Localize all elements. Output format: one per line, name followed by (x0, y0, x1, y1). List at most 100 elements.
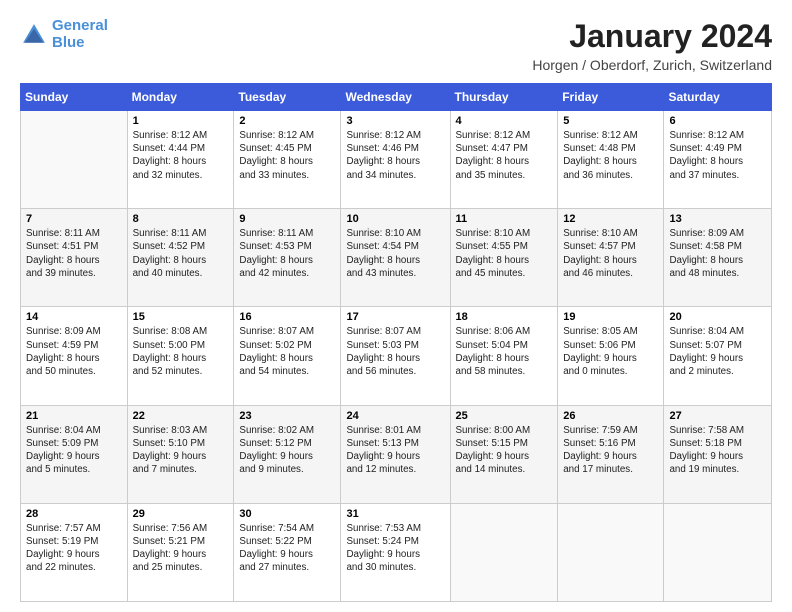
main-title: January 2024 (532, 18, 772, 55)
day-info: Sunrise: 8:09 AM Sunset: 4:59 PM Dayligh… (26, 325, 122, 378)
day-info: Sunrise: 8:04 AM Sunset: 5:09 PM Dayligh… (26, 424, 122, 477)
day-number: 9 (239, 213, 335, 225)
day-info: Sunrise: 8:12 AM Sunset: 4:45 PM Dayligh… (239, 129, 335, 182)
day-info: Sunrise: 8:04 AM Sunset: 5:07 PM Dayligh… (669, 325, 766, 378)
weekday-header-row: SundayMondayTuesdayWednesdayThursdayFrid… (21, 84, 772, 111)
calendar-cell: 11Sunrise: 8:10 AM Sunset: 4:55 PM Dayli… (450, 209, 558, 307)
day-number: 22 (133, 410, 229, 422)
header: General Blue January 2024 Horgen / Oberd… (20, 18, 772, 73)
calendar-cell (450, 503, 558, 601)
calendar-cell: 28 Sunrise: 7:57 AM Sunset: 5:19 PM Dayli… (21, 503, 128, 601)
calendar-cell: 3Sunrise: 8:12 AM Sunset: 4:46 PM Daylig… (341, 111, 450, 209)
day-number: 1 (133, 115, 229, 127)
calendar-cell: 4Sunrise: 8:12 AM Sunset: 4:47 PM Daylig… (450, 111, 558, 209)
day-number: 8 (133, 213, 229, 225)
day-number: 13 (669, 213, 766, 225)
day-number: 10 (346, 213, 444, 225)
calendar-cell: 7 Sunrise: 8:11 AM Sunset: 4:51 PM Daylig… (21, 209, 128, 307)
day-info: Sunrise: 8:12 AM Sunset: 4:49 PM Dayligh… (669, 129, 766, 182)
day-info: Sunrise: 8:07 AM Sunset: 5:02 PM Dayligh… (239, 325, 335, 378)
day-number: 27 (669, 410, 766, 422)
day-info: Sunrise: 8:09 AM Sunset: 4:58 PM Dayligh… (669, 227, 766, 280)
day-info: Sunrise: 7:59 AM Sunset: 5:16 PM Dayligh… (563, 424, 658, 477)
day-info: Sunrise: 8:12 AM Sunset: 4:44 PM Dayligh… (133, 129, 229, 182)
day-number: 29 (133, 508, 229, 520)
weekday-header-wednesday: Wednesday (341, 84, 450, 111)
calendar-cell: 18 Sunrise: 8:06 AM Sunset: 5:04 PM Dayli… (450, 307, 558, 405)
calendar-week-row: 7 Sunrise: 8:11 AM Sunset: 4:51 PM Daylig… (21, 209, 772, 307)
day-number: 28 (26, 508, 122, 520)
day-number: 7 (26, 213, 122, 225)
weekday-header-saturday: Saturday (664, 84, 772, 111)
day-number: 26 (563, 410, 658, 422)
day-number: 12 (563, 213, 658, 225)
calendar-cell: 16 Sunrise: 8:07 AM Sunset: 5:02 PM Dayli… (234, 307, 341, 405)
day-number: 2 (239, 115, 335, 127)
page: General Blue January 2024 Horgen / Oberd… (0, 0, 792, 612)
day-number: 14 (26, 311, 122, 323)
day-info: Sunrise: 8:11 AM Sunset: 4:52 PM Dayligh… (133, 227, 229, 280)
day-info: Sunrise: 8:02 AM Sunset: 5:12 PM Dayligh… (239, 424, 335, 477)
calendar-cell: 29 Sunrise: 7:56 AM Sunset: 5:21 PM Dayli… (127, 503, 234, 601)
weekday-header-thursday: Thursday (450, 84, 558, 111)
day-number: 23 (239, 410, 335, 422)
calendar-cell: 21 Sunrise: 8:04 AM Sunset: 5:09 PM Dayli… (21, 405, 128, 503)
calendar-cell: 26 Sunrise: 7:59 AM Sunset: 5:16 PM Dayli… (558, 405, 664, 503)
day-info: Sunrise: 8:11 AM Sunset: 4:51 PM Dayligh… (26, 227, 122, 280)
calendar-cell: 24Sunrise: 8:01 AM Sunset: 5:13 PM Dayli… (341, 405, 450, 503)
day-info: Sunrise: 8:11 AM Sunset: 4:53 PM Dayligh… (239, 227, 335, 280)
day-number: 18 (456, 311, 553, 323)
day-number: 20 (669, 311, 766, 323)
day-info: Sunrise: 8:12 AM Sunset: 4:48 PM Dayligh… (563, 129, 658, 182)
weekday-header-tuesday: Tuesday (234, 84, 341, 111)
calendar-cell: 8 Sunrise: 8:11 AM Sunset: 4:52 PM Daylig… (127, 209, 234, 307)
calendar-cell: 30 Sunrise: 7:54 AM Sunset: 5:22 PM Dayli… (234, 503, 341, 601)
calendar-cell: 10Sunrise: 8:10 AM Sunset: 4:54 PM Dayli… (341, 209, 450, 307)
day-info: Sunrise: 8:10 AM Sunset: 4:57 PM Dayligh… (563, 227, 658, 280)
calendar-cell: 13 Sunrise: 8:09 AM Sunset: 4:58 PM Dayli… (664, 209, 772, 307)
calendar-cell: 17Sunrise: 8:07 AM Sunset: 5:03 PM Dayli… (341, 307, 450, 405)
day-number: 5 (563, 115, 658, 127)
day-number: 19 (563, 311, 658, 323)
day-info: Sunrise: 7:57 AM Sunset: 5:19 PM Dayligh… (26, 522, 122, 575)
logo: General Blue (20, 18, 108, 51)
day-number: 21 (26, 410, 122, 422)
subtitle: Horgen / Oberdorf, Zurich, Switzerland (532, 57, 772, 73)
day-number: 6 (669, 115, 766, 127)
day-info: Sunrise: 7:54 AM Sunset: 5:22 PM Dayligh… (239, 522, 335, 575)
day-info: Sunrise: 8:12 AM Sunset: 4:46 PM Dayligh… (346, 129, 444, 182)
day-info: Sunrise: 8:07 AM Sunset: 5:03 PM Dayligh… (346, 325, 444, 378)
day-info: Sunrise: 8:05 AM Sunset: 5:06 PM Dayligh… (563, 325, 658, 378)
logo-text: General Blue (52, 18, 108, 51)
calendar-cell: 1 Sunrise: 8:12 AM Sunset: 4:44 PM Daylig… (127, 111, 234, 209)
weekday-header-sunday: Sunday (21, 84, 128, 111)
day-info: Sunrise: 8:06 AM Sunset: 5:04 PM Dayligh… (456, 325, 553, 378)
calendar-table: SundayMondayTuesdayWednesdayThursdayFrid… (20, 83, 772, 602)
calendar-cell: 12 Sunrise: 8:10 AM Sunset: 4:57 PM Dayli… (558, 209, 664, 307)
day-number: 30 (239, 508, 335, 520)
calendar-week-row: 1 Sunrise: 8:12 AM Sunset: 4:44 PM Daylig… (21, 111, 772, 209)
calendar-week-row: 28 Sunrise: 7:57 AM Sunset: 5:19 PM Dayli… (21, 503, 772, 601)
calendar-cell (664, 503, 772, 601)
day-number: 15 (133, 311, 229, 323)
calendar-cell: 25 Sunrise: 8:00 AM Sunset: 5:15 PM Dayli… (450, 405, 558, 503)
day-info: Sunrise: 7:58 AM Sunset: 5:18 PM Dayligh… (669, 424, 766, 477)
calendar-cell: 9 Sunrise: 8:11 AM Sunset: 4:53 PM Daylig… (234, 209, 341, 307)
day-info: Sunrise: 8:00 AM Sunset: 5:15 PM Dayligh… (456, 424, 553, 477)
calendar-cell: 15Sunrise: 8:08 AM Sunset: 5:00 PM Dayli… (127, 307, 234, 405)
day-info: Sunrise: 7:53 AM Sunset: 5:24 PM Dayligh… (346, 522, 444, 575)
calendar-cell: 5 Sunrise: 8:12 AM Sunset: 4:48 PM Daylig… (558, 111, 664, 209)
calendar-cell: 27 Sunrise: 7:58 AM Sunset: 5:18 PM Dayli… (664, 405, 772, 503)
weekday-header-friday: Friday (558, 84, 664, 111)
day-number: 25 (456, 410, 553, 422)
day-number: 4 (456, 115, 553, 127)
day-info: Sunrise: 7:56 AM Sunset: 5:21 PM Dayligh… (133, 522, 229, 575)
calendar-cell: 23 Sunrise: 8:02 AM Sunset: 5:12 PM Dayli… (234, 405, 341, 503)
calendar-cell: 14 Sunrise: 8:09 AM Sunset: 4:59 PM Dayli… (21, 307, 128, 405)
calendar-cell (558, 503, 664, 601)
day-info: Sunrise: 8:03 AM Sunset: 5:10 PM Dayligh… (133, 424, 229, 477)
day-number: 11 (456, 213, 553, 225)
day-info: Sunrise: 8:01 AM Sunset: 5:13 PM Dayligh… (346, 424, 444, 477)
calendar-cell: 19 Sunrise: 8:05 AM Sunset: 5:06 PM Dayli… (558, 307, 664, 405)
day-number: 16 (239, 311, 335, 323)
